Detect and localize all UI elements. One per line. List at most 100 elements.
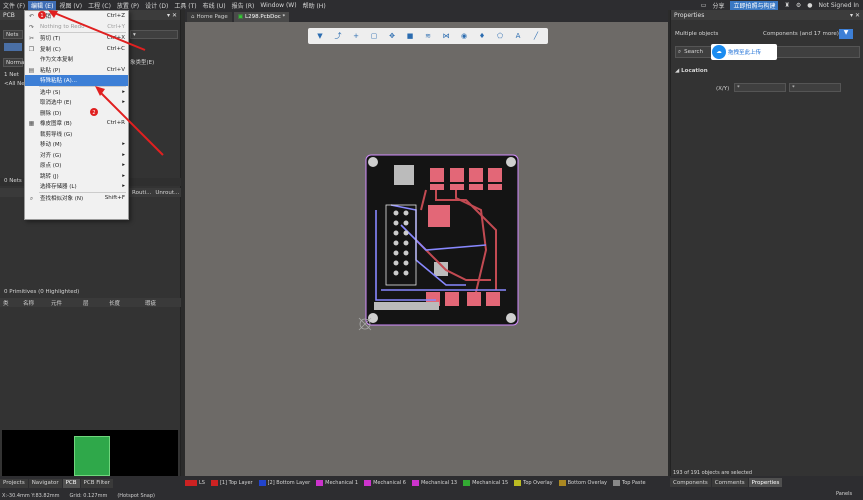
layer-label: [2] Bottom Layer bbox=[267, 480, 311, 486]
tab-home-page[interactable]: ⌂ Home Page bbox=[187, 12, 232, 22]
layer-tab[interactable]: Mechanical 13 bbox=[411, 480, 460, 486]
location-section[interactable]: ◢ Location bbox=[675, 68, 708, 74]
text-icon[interactable]: A bbox=[513, 31, 523, 41]
filter-icon[interactable]: ▼ bbox=[315, 31, 325, 41]
mini-preview[interactable] bbox=[2, 430, 178, 482]
apply-button[interactable] bbox=[4, 43, 22, 51]
edit-menu-item-14[interactable]: 移动 (M) ▸ bbox=[25, 139, 128, 150]
quick-upload-button[interactable]: 立即拍照与构建 bbox=[730, 0, 779, 10]
edit-menu-item-10[interactable]: 取消选中 (E) ▸ bbox=[25, 97, 128, 108]
share-button[interactable]: 分享 bbox=[712, 0, 725, 10]
edit-menu-item-15[interactable]: 对齐 (G) ▸ bbox=[25, 150, 128, 161]
layer-tab[interactable]: Mechanical 15 bbox=[463, 480, 511, 486]
edit-menu-item-1[interactable]: ↷ Nothing to Redo Ctrl+Y bbox=[25, 22, 128, 33]
edit-menu-item-0[interactable]: ↶ 撤销 Ctrl+Z bbox=[25, 11, 128, 22]
right-panel-tab[interactable]: Components bbox=[670, 478, 711, 487]
route-icon[interactable]: ⤴ bbox=[333, 31, 343, 41]
layer-tab[interactable]: Bottom Overlay bbox=[558, 480, 610, 486]
panel-tab[interactable]: PCB bbox=[62, 478, 80, 488]
edit-menu-item-12[interactable]: ▦ 橡皮图章 (B) Ctrl+R bbox=[25, 118, 128, 129]
comment-icon[interactable]: ▭ bbox=[701, 2, 707, 9]
edit-menu-item-7[interactable]: 特殊粘贴 (A)... bbox=[25, 75, 128, 86]
unroute-column[interactable]: Unrout... bbox=[155, 190, 179, 196]
menu-item-0[interactable]: 文件 (F) bbox=[0, 1, 28, 10]
all-nets-item[interactable]: <All Ne bbox=[4, 81, 25, 87]
nets-dropdown[interactable]: Nets bbox=[3, 30, 23, 39]
layer-tab[interactable]: Mechanical 1 bbox=[316, 480, 361, 486]
diff-pair-icon[interactable]: ⋈ bbox=[441, 31, 451, 41]
edit-menu-item-4[interactable]: ❐ 复制 (C) Ctrl+C bbox=[25, 44, 128, 55]
signin-label[interactable]: Not Signed In bbox=[819, 2, 860, 9]
rect-select-icon[interactable]: ▢ bbox=[369, 31, 379, 41]
y-input[interactable]: * bbox=[789, 83, 841, 92]
layer-label: Bottom Overlay bbox=[567, 480, 607, 486]
edit-menu-item-6[interactable]: ▤ 粘贴 (P) Ctrl+V bbox=[25, 65, 128, 76]
layer-tab[interactable]: Top Paste bbox=[613, 480, 649, 486]
via-icon[interactable]: ◉ bbox=[459, 31, 469, 41]
settings-gear-icon[interactable]: ⚙ bbox=[796, 2, 801, 9]
right-panel-tab[interactable]: Comments bbox=[711, 478, 748, 487]
right-panel-tab[interactable]: Properties bbox=[748, 478, 783, 487]
edit-menu-label: 选择存储器 (L) bbox=[40, 184, 77, 191]
edit-menu-item-20[interactable]: ⌕ 查找相似对象 (N) Shift+F bbox=[25, 193, 128, 204]
tab-pcb-doc[interactable]: ▣ L298.PcbDoc * bbox=[233, 12, 290, 22]
edit-menu-item-18[interactable]: 选择存储器 (L) ▸ bbox=[25, 181, 128, 192]
panels-button[interactable]: Panels bbox=[836, 491, 852, 497]
components-label: Components (and 17 more) bbox=[763, 31, 839, 37]
menu-item-8[interactable]: 报告 (R) bbox=[229, 1, 258, 10]
primitive-column[interactable]: 瑕疵 bbox=[142, 299, 162, 307]
bell-icon[interactable]: ♜ bbox=[784, 2, 789, 9]
layer-tab[interactable]: [1] Top Layer bbox=[210, 480, 256, 486]
panel-tab[interactable]: PCB Filter bbox=[80, 478, 113, 488]
edit-menu-item-9[interactable]: 选中 (S) ▸ bbox=[25, 87, 128, 98]
layer-tab[interactable]: Top Overlay bbox=[514, 480, 555, 486]
pad-icon[interactable]: ♦ bbox=[477, 31, 487, 41]
panel-tab[interactable]: Projects bbox=[0, 478, 28, 488]
edit-menu-shortcut: Ctrl+Z bbox=[106, 13, 125, 20]
edit-menu-item-3[interactable]: ✂ 剪切 (T) Ctrl+X bbox=[25, 33, 128, 44]
menu-item-5[interactable]: 设计 (D) bbox=[142, 1, 171, 10]
primitive-column[interactable]: 类 bbox=[0, 299, 20, 307]
layer-set-button[interactable]: LS bbox=[185, 480, 208, 486]
edit-menu-item-17[interactable]: 跳转 (J) ▸ bbox=[25, 171, 128, 182]
menu-item-9[interactable]: Window (W) bbox=[257, 2, 299, 9]
edit-menu-item-5[interactable]: 作为文本复制 bbox=[25, 54, 128, 65]
move-icon[interactable]: ✥ bbox=[387, 31, 397, 41]
edit-menu-shortcut: Ctrl+X bbox=[106, 35, 125, 42]
edit-menu-item-16[interactable]: 原点 (O) ▸ bbox=[25, 160, 128, 171]
primitive-column[interactable]: 层 bbox=[80, 299, 106, 307]
dropdown-right[interactable]: ▾ bbox=[130, 30, 178, 39]
normal-dropdown[interactable]: Norma bbox=[3, 58, 24, 67]
panel-menu-icon[interactable]: ▾ ✕ bbox=[167, 12, 180, 19]
line-icon[interactable]: ╱ bbox=[531, 31, 541, 41]
pcb-board[interactable] bbox=[356, 150, 526, 335]
filter-icon[interactable]: ▼ bbox=[839, 29, 853, 39]
cut-icon: ✂ bbox=[28, 35, 35, 42]
primitive-column[interactable]: 名称 bbox=[20, 299, 48, 307]
x-input[interactable]: * bbox=[734, 83, 786, 92]
interactive-route-icon[interactable]: ≋ bbox=[423, 31, 433, 41]
menu-item-7[interactable]: 布线 (U) bbox=[200, 1, 229, 10]
layer-tab[interactable]: [2] Bottom Layer bbox=[258, 480, 314, 486]
primitive-column[interactable]: 元件 bbox=[48, 299, 80, 307]
upload-overlay[interactable]: ☁ 拖拽至此上传 bbox=[711, 44, 777, 60]
menu-item-10[interactable]: 帮助 (H) bbox=[300, 1, 329, 10]
edit-menu-item-13[interactable]: 裁剪导线 (G) bbox=[25, 129, 128, 140]
user-avatar-icon[interactable]: ● bbox=[807, 2, 812, 9]
menu-item-1[interactable]: 编辑 (E) bbox=[28, 0, 57, 10]
primitive-column[interactable]: 长度 bbox=[106, 299, 142, 307]
panel-menu-icon[interactable]: ▾ ✕ bbox=[850, 12, 863, 19]
add-icon[interactable]: + bbox=[351, 31, 361, 41]
polygon-icon[interactable]: ⬠ bbox=[495, 31, 505, 41]
menu-item-6[interactable]: 工具 (T) bbox=[171, 1, 199, 10]
edit-menu-item-11[interactable]: 删除 (D) bbox=[25, 108, 128, 119]
route-column[interactable]: Routi... bbox=[132, 190, 151, 196]
menu-item-2[interactable]: 视图 (V) bbox=[56, 1, 85, 10]
menu-item-3[interactable]: 工程 (C) bbox=[85, 1, 114, 10]
fill-icon[interactable]: ■ bbox=[405, 31, 415, 41]
layer-tab[interactable]: Mechanical 6 bbox=[364, 480, 409, 486]
menu-item-4[interactable]: 放置 (P) bbox=[114, 1, 142, 10]
status-text: (Hotspot Snap) bbox=[117, 492, 155, 499]
panel-tab[interactable]: Navigator bbox=[28, 478, 62, 488]
edit-menu-shortcut: ▸ bbox=[122, 151, 125, 158]
